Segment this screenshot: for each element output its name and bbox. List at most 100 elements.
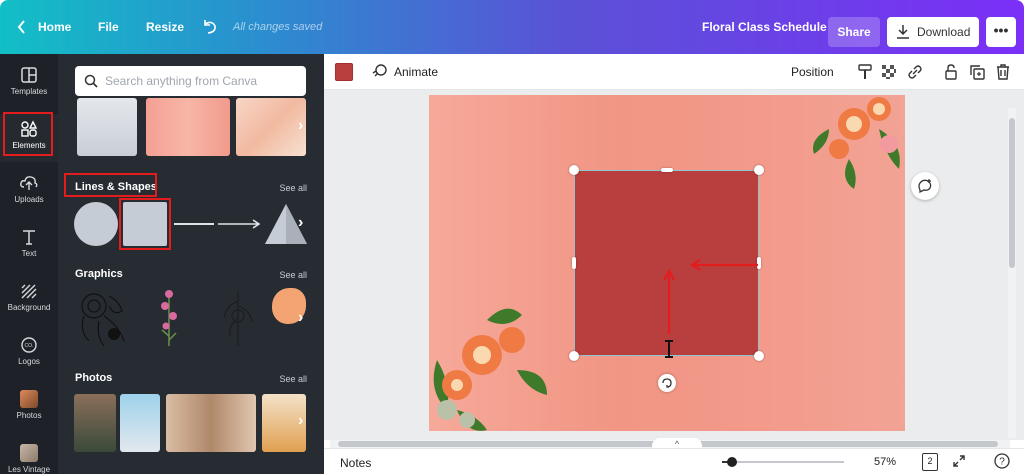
comment-add-icon (918, 179, 932, 194)
undo-icon[interactable] (202, 0, 218, 54)
highlight-elements (3, 112, 53, 156)
chevron-right-icon[interactable]: › (298, 214, 303, 232)
rail-item-logos[interactable]: CO. Logos (0, 330, 58, 378)
pink-flower-graphic[interactable] (154, 286, 184, 348)
search-icon (84, 74, 98, 88)
section-title-graphics: Graphics (75, 268, 123, 280)
back-chevron-icon[interactable] (16, 0, 28, 54)
photos-icon (20, 390, 38, 408)
editor-toolbar: Animate Position (324, 54, 1024, 90)
highlight-lines-shapes (64, 173, 157, 197)
vertical-scrollbar[interactable] (1008, 108, 1016, 438)
photo-thumbnail[interactable] (120, 394, 160, 452)
logos-icon: CO. (21, 337, 37, 353)
text-cursor-icon (665, 340, 673, 358)
floral-sketch-graphic[interactable] (74, 286, 132, 348)
uploads-icon (20, 176, 38, 190)
elements-panel: › Lines & Shapes See all › Graphics See … (58, 54, 324, 474)
search-box[interactable] (75, 66, 306, 96)
background-icon (21, 284, 37, 299)
chevron-right-icon[interactable]: › (298, 412, 303, 430)
rail-label: Background (7, 303, 51, 312)
element-thumbnail[interactable] (146, 98, 230, 156)
section-title-photos: Photos (75, 372, 113, 384)
animate-icon (372, 64, 387, 77)
rail-label: Uploads (14, 195, 44, 204)
rail-item-photos[interactable]: Photos (0, 384, 58, 432)
rail-label: Logos (18, 357, 40, 366)
rotate-icon (662, 378, 672, 388)
save-status: All changes saved (233, 21, 323, 33)
resize-handle-top-right[interactable] (754, 165, 764, 175)
chevron-right-icon[interactable]: › (298, 309, 303, 327)
text-icon (23, 230, 35, 245)
annotation-arrow-up (663, 268, 675, 334)
photo-thumbnail[interactable] (74, 394, 116, 452)
resize-handle-left[interactable] (572, 257, 576, 269)
position-button[interactable]: Position (791, 65, 834, 79)
rail-label: Text (21, 249, 37, 258)
home-button[interactable]: Home (38, 0, 71, 54)
flower-graphic-bottom-left[interactable] (429, 300, 552, 431)
fill-color-swatch[interactable] (335, 63, 353, 81)
rail-label: Les Vintage (7, 465, 51, 474)
transparency-icon[interactable] (880, 63, 898, 81)
svg-text:CO.: CO. (25, 343, 34, 349)
left-rail: Templates Elements Uploads Text Backgrou… (0, 54, 58, 474)
rail-label: Templates (10, 87, 48, 96)
rotate-handle[interactable] (658, 374, 676, 392)
file-menu[interactable]: File (98, 0, 119, 54)
zoom-level[interactable]: 57% (874, 456, 896, 468)
chevron-right-icon[interactable]: › (298, 117, 303, 135)
page-count[interactable]: 2 (922, 453, 938, 471)
templates-icon (21, 67, 37, 83)
design-title[interactable]: Floral Class Schedule (702, 0, 827, 54)
resize-handle-bottom-right[interactable] (754, 351, 764, 361)
duplicate-icon[interactable] (968, 63, 986, 81)
rail-item-background[interactable]: Background (0, 276, 58, 324)
annotation-arrow-left (689, 259, 758, 271)
link-icon[interactable] (906, 63, 924, 81)
circle-shape[interactable] (74, 202, 118, 246)
line-shape[interactable] (174, 223, 214, 225)
folder-icon (20, 444, 38, 462)
top-bar: Home File Resize All changes saved Flora… (0, 0, 1024, 54)
see-all-photos[interactable]: See all (279, 374, 307, 384)
leaf-sketch-graphic[interactable] (218, 286, 258, 348)
more-options-button[interactable]: ••• (986, 17, 1016, 47)
share-button[interactable]: Share (828, 17, 880, 47)
see-all-lines-shapes[interactable]: See all (279, 183, 307, 193)
canva-editor: Home File Resize All changes saved Flora… (0, 0, 1024, 474)
paint-format-icon[interactable] (856, 63, 874, 81)
rail-item-uploads[interactable]: Uploads (0, 168, 58, 216)
animate-button[interactable]: Animate (394, 65, 438, 79)
svg-text:?: ? (999, 457, 1005, 468)
flower-graphic-top-right[interactable] (809, 95, 905, 199)
arrow-line-shape[interactable] (218, 218, 262, 230)
element-thumbnail[interactable] (236, 98, 306, 156)
resize-button[interactable]: Resize (146, 0, 184, 54)
rail-item-text[interactable]: Text (0, 222, 58, 270)
resize-handle-top[interactable] (661, 168, 673, 172)
download-button[interactable]: Download (887, 17, 979, 47)
add-comment-button[interactable] (911, 172, 939, 200)
element-thumbnail[interactable] (77, 98, 137, 156)
highlight-square-shape (119, 198, 171, 250)
download-label: Download (917, 25, 971, 39)
trash-icon[interactable] (994, 63, 1012, 81)
resize-handle-bottom-left[interactable] (569, 351, 579, 361)
see-all-graphics[interactable]: See all (279, 270, 307, 280)
photo-thumbnail[interactable] (166, 394, 256, 452)
zoom-slider[interactable] (734, 461, 844, 463)
resize-handle-top-left[interactable] (569, 165, 579, 175)
search-input[interactable] (105, 66, 295, 96)
download-icon (897, 25, 909, 39)
rail-item-les-vintage[interactable]: Les Vintage (0, 438, 58, 474)
help-icon[interactable]: ? (994, 453, 1010, 469)
notes-button[interactable]: Notes (340, 456, 371, 470)
lock-icon[interactable] (942, 63, 960, 81)
scrollbar-thumb[interactable] (1009, 118, 1015, 268)
rail-item-templates[interactable]: Templates (0, 60, 58, 108)
zoom-slider-knob[interactable] (727, 457, 737, 467)
fullscreen-icon[interactable] (952, 454, 966, 468)
